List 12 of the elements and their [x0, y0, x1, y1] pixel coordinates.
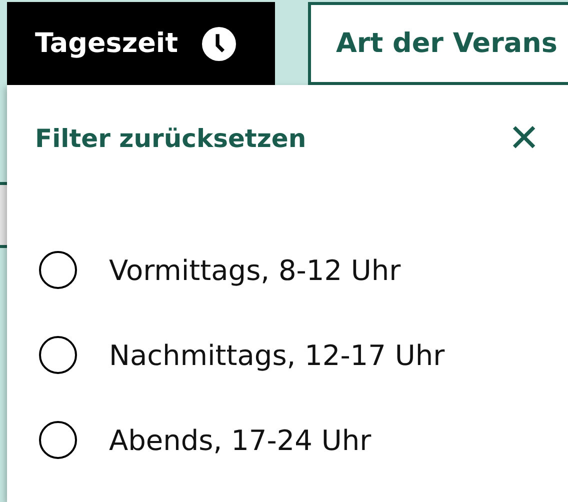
- reset-filter-link[interactable]: Filter zurücksetzen: [35, 124, 306, 152]
- option-label: Vormittags, 8-12 Uhr: [109, 254, 401, 286]
- option-label: Abends, 17-24 Uhr: [109, 424, 372, 456]
- close-button[interactable]: ✕: [508, 119, 540, 157]
- radio-button[interactable]: [39, 251, 77, 289]
- filter-tab[interactable]: Art der Verans: [308, 2, 568, 85]
- option-label: Nachmittags, 12-17 Uhr: [109, 338, 445, 372]
- radio-button[interactable]: [39, 336, 77, 374]
- clock-icon: [202, 26, 236, 60]
- background-field: [0, 182, 7, 248]
- filter-tab[interactable]: Tageszeit: [7, 2, 275, 85]
- radio-button[interactable]: [39, 421, 77, 459]
